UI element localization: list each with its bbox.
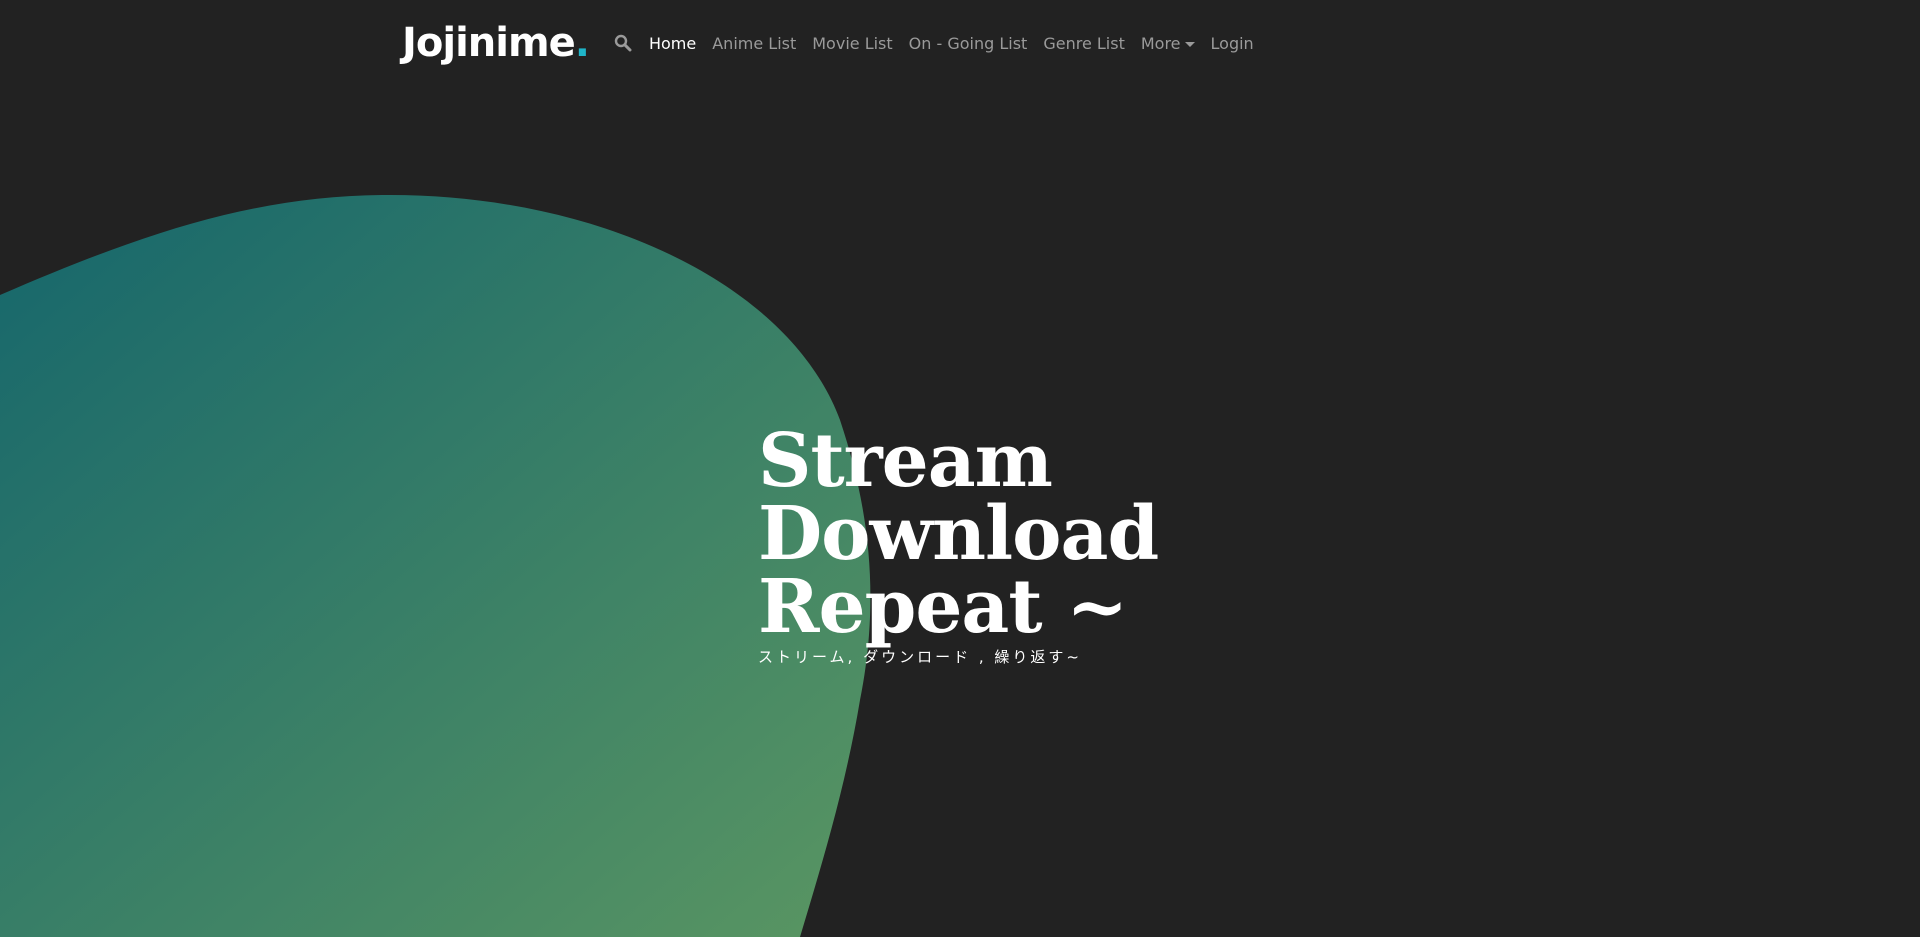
nav-links: Home Anime List Movie List On - Going Li…: [641, 26, 1262, 61]
nav-login[interactable]: Login: [1203, 26, 1262, 61]
nav-movie-list[interactable]: Movie List: [804, 26, 900, 61]
top-navbar: Jojinime. Home Anime List Movie List On …: [402, 14, 1262, 72]
brand-name: Jojinime: [402, 20, 576, 66]
hero-title-line-1: Stream: [758, 418, 1053, 504]
brand-logo[interactable]: Jojinime.: [402, 20, 590, 66]
hero-title-line-2: Download: [758, 491, 1159, 577]
search-icon[interactable]: [613, 33, 633, 53]
nav-ongoing-list[interactable]: On - Going List: [901, 26, 1036, 61]
nav-genre-list[interactable]: Genre List: [1035, 26, 1133, 61]
nav-more-label: More: [1140, 33, 1181, 53]
hero-title-line-3: Repeat ~: [758, 564, 1128, 650]
chevron-down-icon: [1184, 41, 1195, 47]
nav-home[interactable]: Home: [641, 26, 704, 61]
brand-dot: .: [574, 20, 590, 66]
nav-more-dropdown[interactable]: More: [1133, 26, 1203, 61]
hero-section: Stream Download Repeat ~ ストリーム, ダウンロード ,…: [758, 418, 1159, 667]
nav-anime-list[interactable]: Anime List: [704, 26, 804, 61]
